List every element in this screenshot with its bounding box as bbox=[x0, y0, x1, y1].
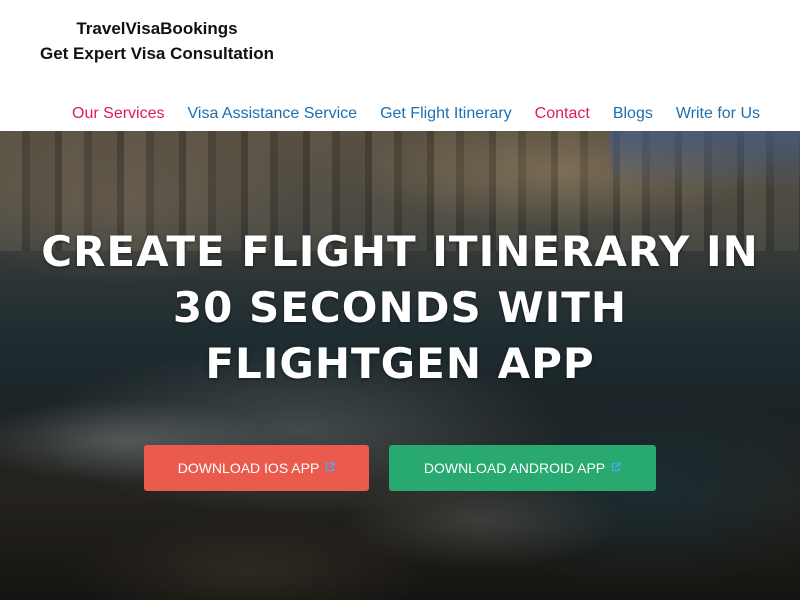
hero-headline: CREATE FLIGHT ITINERARY IN 30 SECONDS WI… bbox=[30, 224, 770, 392]
nav-item-visa-assistance-service[interactable]: Visa Assistance Service bbox=[188, 103, 358, 125]
external-link-icon bbox=[325, 462, 335, 472]
hero-section: CREATE FLIGHT ITINERARY IN 30 SECONDS WI… bbox=[0, 131, 800, 600]
download-ios-app-button[interactable]: DOWNLOAD IOS APP bbox=[144, 445, 369, 491]
download-android-app-button[interactable]: DOWNLOAD ANDROID APP bbox=[389, 445, 656, 491]
main-nav: Our Services Visa Assistance Service Get… bbox=[72, 103, 760, 125]
nav-item-get-flight-itinerary[interactable]: Get Flight Itinerary bbox=[380, 103, 512, 125]
hero-headline-line2: 30 SECONDS WITH bbox=[172, 283, 628, 332]
hero-headline-line1: CREATE FLIGHT ITINERARY IN bbox=[41, 227, 759, 276]
external-link-icon bbox=[611, 462, 621, 472]
nav-item-write-for-us[interactable]: Write for Us bbox=[676, 103, 760, 125]
nav-item-our-services[interactable]: Our Services bbox=[72, 103, 164, 125]
site-title[interactable]: TravelVisaBookings bbox=[40, 16, 274, 41]
site-tagline: Get Expert Visa Consultation bbox=[40, 44, 274, 63]
site-header: TravelVisaBookings Get Expert Visa Consu… bbox=[0, 0, 800, 131]
download-android-app-label: DOWNLOAD ANDROID APP bbox=[423, 460, 606, 476]
nav-item-blogs[interactable]: Blogs bbox=[613, 103, 653, 125]
site-brand[interactable]: TravelVisaBookings Get Expert Visa Consu… bbox=[40, 16, 274, 66]
download-ios-app-label: DOWNLOAD IOS APP bbox=[177, 460, 320, 476]
nav-item-contact[interactable]: Contact bbox=[535, 103, 590, 125]
hero-headline-line3: FLIGHTGEN APP bbox=[205, 339, 595, 388]
